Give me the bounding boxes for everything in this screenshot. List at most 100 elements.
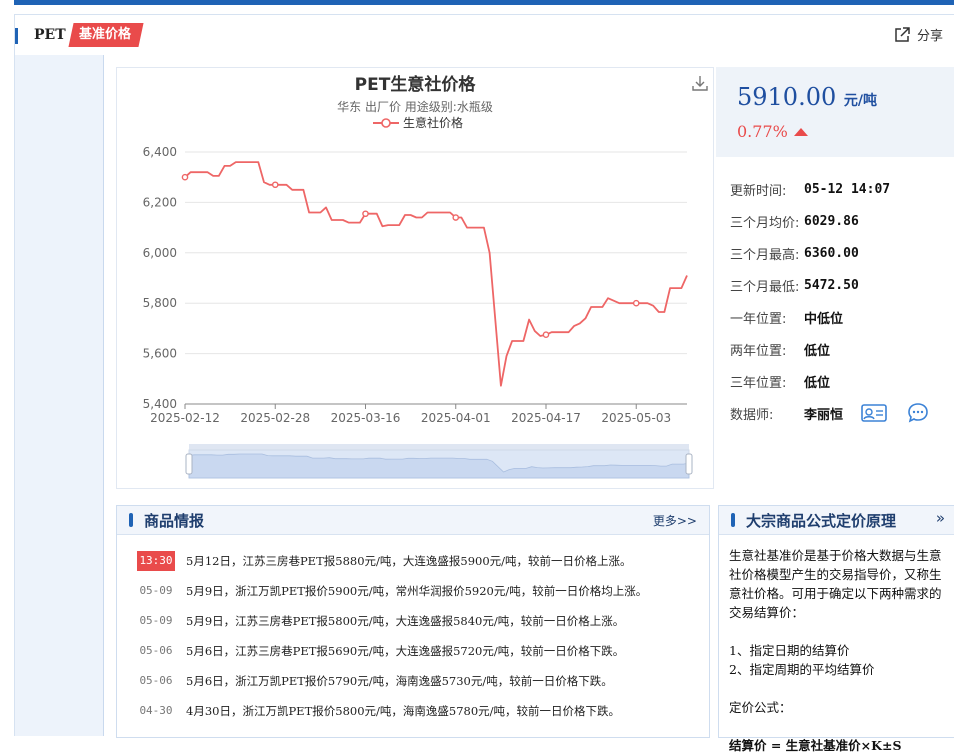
stat-label: 数据师: (730, 407, 774, 423)
zoom-handle-left (185, 453, 193, 475)
news-item[interactable]: 05-09 5月9日，江苏三房巷PET报5800元/吨，大连逸盛报5840元/吨，… (117, 606, 709, 636)
stat-value: 6029.86 (804, 213, 859, 229)
header-accent (15, 28, 18, 44)
share-button[interactable]: 分享 (893, 25, 943, 44)
formula: 结算价 = 生意社基准价×K±S (729, 738, 902, 753)
news-date: 05-09 (139, 584, 173, 597)
stat-row: 数据师: 李丽恒 (730, 397, 954, 429)
chat-icon[interactable] (905, 402, 931, 424)
news-text: 5月6日，江苏三房巷PET报5690元/吨，大连逸盛报5720元/吨，较前一日价… (186, 644, 625, 658)
stat-label: 三个月最高: (730, 247, 800, 263)
price-summary: 5910.00 元/吨 0.77% (716, 67, 954, 157)
formula-label: 定价公式： (729, 700, 792, 715)
stat-value: 中低位 (804, 311, 844, 327)
news-text: 5月6日，浙江万凯PET报价5790元/吨，海南逸盛5730元/吨，较前一日价格… (186, 674, 613, 688)
news-item[interactable]: 05-06 5月6日，江苏三房巷PET报5690元/吨，大连逸盛报5720元/吨，… (117, 636, 709, 666)
stat-label: 三个月均价: (730, 215, 800, 231)
news-date: 05-06 (139, 644, 173, 657)
x-tick-label: 2025-04-01 (421, 411, 491, 425)
stat-value: 6360.00 (804, 245, 859, 261)
stat-row: 三个月最高: 6360.00 (730, 237, 954, 269)
principle-item-1: 1、指定日期的结算价 (729, 643, 850, 658)
news-date: 05-09 (139, 614, 173, 627)
principle-panel: 大宗商品公式定价原理 » 生意社基准价是基于价格大数据与生意社价格模型产生的交易… (718, 505, 954, 753)
price-change: 0.77% (737, 122, 808, 141)
stat-row: 三个月均价: 6029.86 (730, 205, 954, 237)
stat-value: 低位 (804, 375, 831, 391)
news-item[interactable]: 13:30 5月12日，江苏三房巷PET报5880元/吨，大连逸盛报5900元/吨… (117, 546, 709, 576)
stat-label: 三个月最低: (730, 279, 800, 295)
stat-label: 更新时间: (730, 183, 787, 199)
product-header: PET 基准价格 分享 (15, 15, 954, 55)
stat-value: 低位 (804, 343, 831, 359)
y-tick-label: 5,600 (143, 347, 177, 361)
analyst-card-icon[interactable] (861, 403, 887, 423)
news-text: 5月9日，浙江万凯PET报价5900元/吨，常州华润报价5920元/吨，较前一日… (186, 584, 648, 598)
stat-value: 5472.50 (804, 277, 859, 293)
stat-row: 一年位置: 中低位 (730, 301, 954, 333)
stat-value: 05-12 14:07 (804, 181, 891, 197)
price-chart: PET生意社价格 华东 出厂价 用途级别:水瓶级 生意社价格 6,400 6,20… (116, 67, 714, 489)
data-point-marker (271, 181, 279, 189)
news-more-link[interactable]: 更多>> (653, 512, 697, 529)
current-price: 5910.00 元/吨 (737, 83, 878, 111)
news-text: 5月12日，江苏三房巷PET报5880元/吨，大连逸盛报5900元/吨，较前一日… (186, 554, 632, 568)
principle-title: 大宗商品公式定价原理 (746, 512, 897, 530)
y-tick-label: 6,400 (143, 145, 177, 159)
stat-row: 三年位置: 低位 (730, 365, 954, 397)
principle-panel-header: 大宗商品公式定价原理 » (719, 506, 954, 535)
stat-row: 三个月最低: 5472.50 (730, 269, 954, 301)
stat-label: 两年位置: (730, 343, 787, 359)
top-accent-bar (14, 0, 954, 5)
x-tick-label: 2025-05-03 (601, 411, 671, 425)
y-tick-label: 6,000 (143, 246, 177, 260)
y-tick-label: 5,800 (143, 296, 177, 310)
stat-row: 更新时间: 05-12 14:07 (730, 173, 954, 205)
principle-header-bar (731, 513, 735, 527)
stat-row: 两年位置: 低位 (730, 333, 954, 365)
chart-plot[interactable]: 6,400 6,200 6,000 5,800 5,600 5,4002025-02-12… (117, 68, 713, 488)
page-frame: PET 基准价格 分享 PET生意社价格 华东 出厂价 用途级别:水瓶级 生意社… (14, 14, 954, 753)
principle-more-link[interactable]: » (936, 509, 945, 527)
benchmark-price-tag: 基准价格 (68, 23, 144, 47)
up-arrow-icon (793, 127, 808, 136)
principle-intro: 生意社基准价是基于价格大数据与生意社价格模型产生的交易指导价，又称生意社价格。可… (729, 548, 942, 620)
news-panel-header: 商品情报 更多>> (117, 506, 709, 535)
news-panel: 商品情报 更多>> 13:30 5月12日，江苏三房巷PET报5880元/吨，大连… (116, 505, 710, 738)
news-date: 04-30 (139, 704, 173, 717)
news-date: 13:30 (137, 551, 175, 571)
y-tick-label: 5,400 (143, 397, 177, 411)
principle-text: 生意社基准价是基于价格大数据与生意社价格模型产生的交易指导价，又称生意社价格。可… (729, 546, 949, 755)
principle-item-2: 2、指定周期的平均结算价 (729, 662, 875, 677)
news-title: 商品情报 (144, 512, 205, 530)
news-text: 5月9日，江苏三房巷PET报5800元/吨，大连逸盛报5840元/吨，较前一日价… (186, 614, 625, 628)
price-line (184, 161, 688, 387)
zoom-handle-right (685, 453, 693, 475)
news-text: 4月30日，浙江万凯PET报价5800元/吨，海南逸盛5780元/吨，较前一日价… (186, 704, 621, 718)
data-point-marker (632, 299, 640, 307)
price-panel: 5910.00 元/吨 0.77% 更新时间: 05-12 14:07 三个月均价:… (716, 67, 954, 487)
stat-value: 李丽恒 (804, 407, 844, 423)
main-content: PET生意社价格 华东 出厂价 用途级别:水瓶级 生意社价格 6,400 6,20… (103, 55, 954, 753)
data-point-marker (542, 331, 550, 339)
share-icon (895, 26, 910, 42)
price-stats: 更新时间: 05-12 14:07 三个月均价: 6029.86 三个月最高: 6360.… (730, 173, 954, 429)
stat-label: 一年位置: (730, 311, 787, 327)
y-tick-label: 6,200 (143, 195, 177, 209)
news-list: 13:30 5月12日，江苏三房巷PET报5880元/吨，大连逸盛报5900元/吨… (117, 546, 709, 726)
x-tick-label: 2025-02-12 (150, 411, 220, 425)
news-item[interactable]: 05-09 5月9日，浙江万凯PET报价5900元/吨，常州华润报价5920元/吨… (117, 576, 709, 606)
news-item[interactable]: 05-06 5月6日，浙江万凯PET报价5790元/吨，海南逸盛5730元/吨，较… (117, 666, 709, 696)
share-label: 分享 (916, 29, 943, 44)
x-tick-label: 2025-02-28 (240, 411, 310, 425)
product-name: PET (34, 27, 66, 43)
x-tick-label: 2025-04-17 (511, 411, 581, 425)
stat-label: 三年位置: (730, 375, 787, 391)
news-item[interactable]: 04-30 4月30日，浙江万凯PET报价5800元/吨，海南逸盛5780元/吨，… (117, 696, 709, 726)
news-header-bar (129, 513, 133, 527)
news-date: 05-06 (139, 674, 173, 687)
zoom-slider-top (189, 444, 689, 450)
data-point-marker (181, 173, 189, 181)
data-point-marker (452, 214, 460, 221)
data-point-marker (362, 210, 369, 218)
